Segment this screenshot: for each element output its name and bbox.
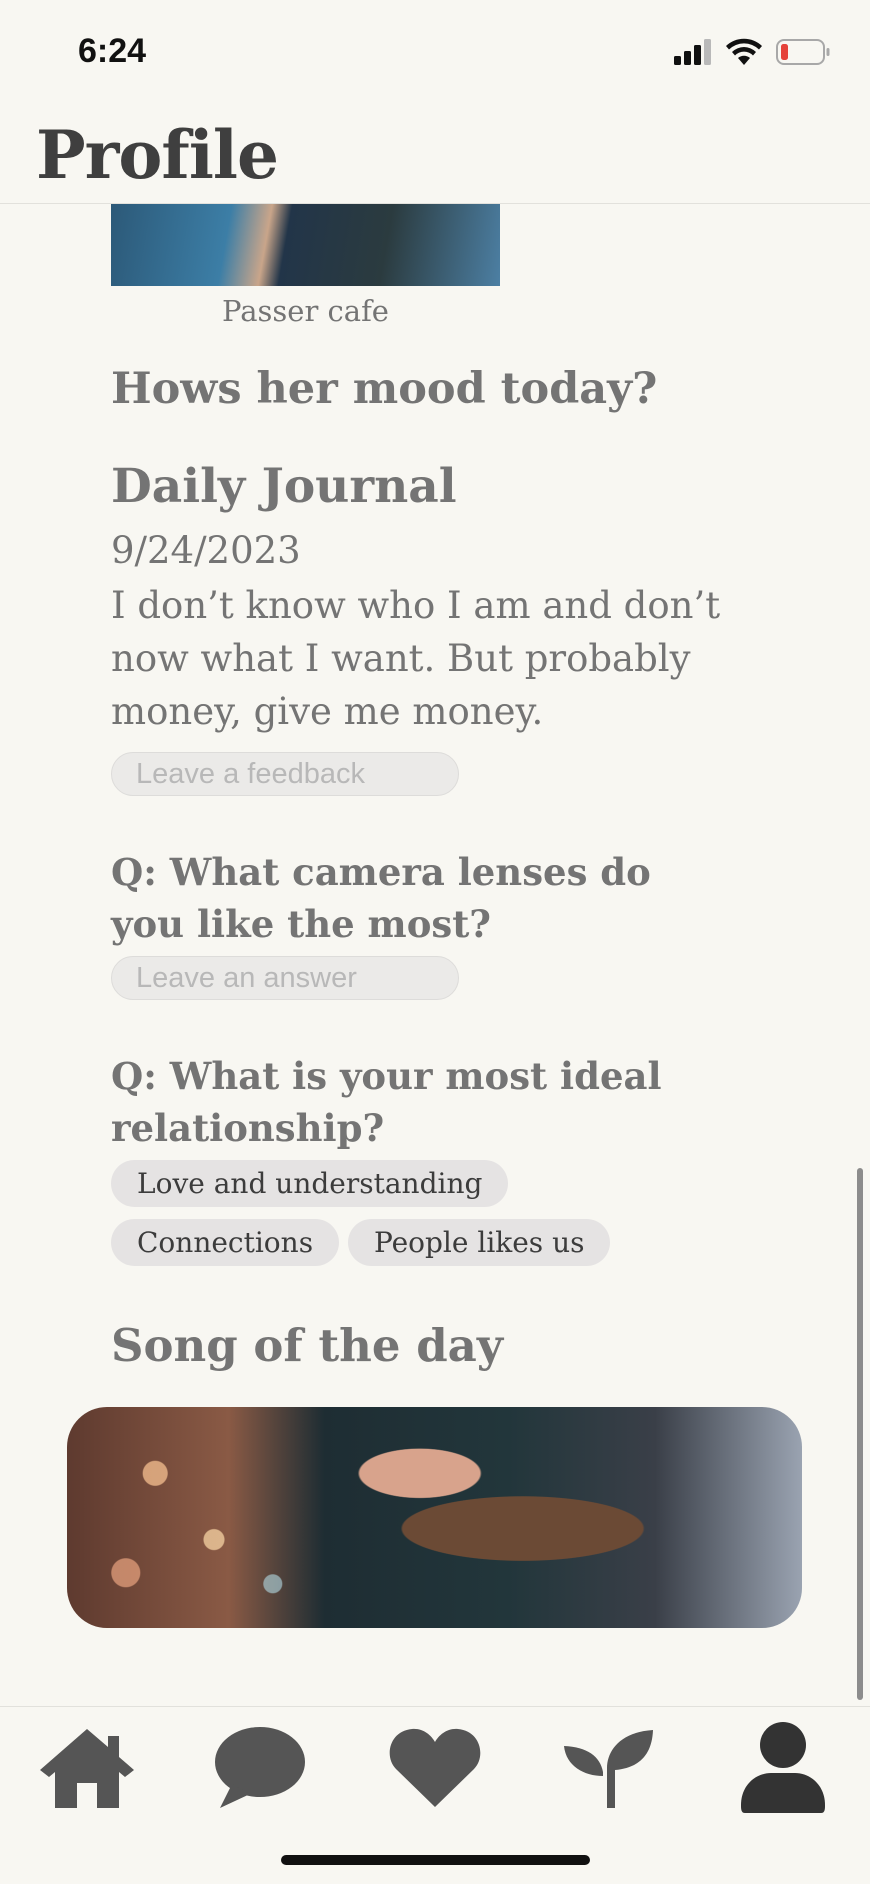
song-cover-image[interactable] (67, 1407, 802, 1628)
photo-caption: Passer cafe (222, 294, 389, 328)
feedback-input[interactable]: Leave a feedback (111, 752, 459, 796)
photo-image (111, 204, 500, 286)
home-icon (40, 1729, 134, 1808)
wifi-icon (726, 38, 762, 65)
tab-messages[interactable] (205, 1717, 315, 1817)
battery-icon (776, 39, 830, 65)
home-indicator[interactable] (281, 1855, 590, 1865)
journal-date: 9/24/2023 (111, 529, 301, 572)
answer-tag[interactable]: People likes us (348, 1219, 611, 1266)
profile-content[interactable]: Passer cafe Hows her mood today? Daily J… (0, 204, 870, 1706)
tab-home[interactable] (32, 1717, 142, 1817)
question-ideal-relationship: Q: What is your most ideal relationship? (111, 1054, 662, 1150)
question-camera-lenses: Q: What camera lenses do you like the mo… (111, 850, 651, 946)
journal-text: I don’t know who I am and don’t now what… (111, 584, 721, 733)
answer-input[interactable]: Leave an answer (111, 956, 459, 1000)
scrollbar[interactable] (857, 1168, 863, 1700)
heart-icon (389, 1728, 481, 1807)
sprout-icon (564, 1730, 653, 1808)
status-icons (674, 38, 830, 66)
status-time: 6:24 (78, 32, 147, 70)
header: Profile (0, 110, 870, 204)
tab-growth[interactable] (553, 1717, 663, 1817)
page-title: Profile (36, 116, 279, 194)
tab-favorites[interactable] (380, 1717, 490, 1817)
answer-tag[interactable]: Love and understanding (111, 1160, 509, 1207)
chat-icon (215, 1727, 305, 1808)
song-heading: Song of the day (111, 1319, 503, 1372)
status-bar: 6:24 (0, 0, 870, 110)
cellular-signal-icon (674, 39, 711, 65)
profile-icon (741, 1722, 825, 1813)
mood-heading: Hows her mood today? (111, 364, 658, 414)
answer-tag[interactable]: Connections (111, 1219, 340, 1266)
tab-profile[interactable] (728, 1717, 838, 1817)
journal-heading: Daily Journal (111, 459, 457, 514)
